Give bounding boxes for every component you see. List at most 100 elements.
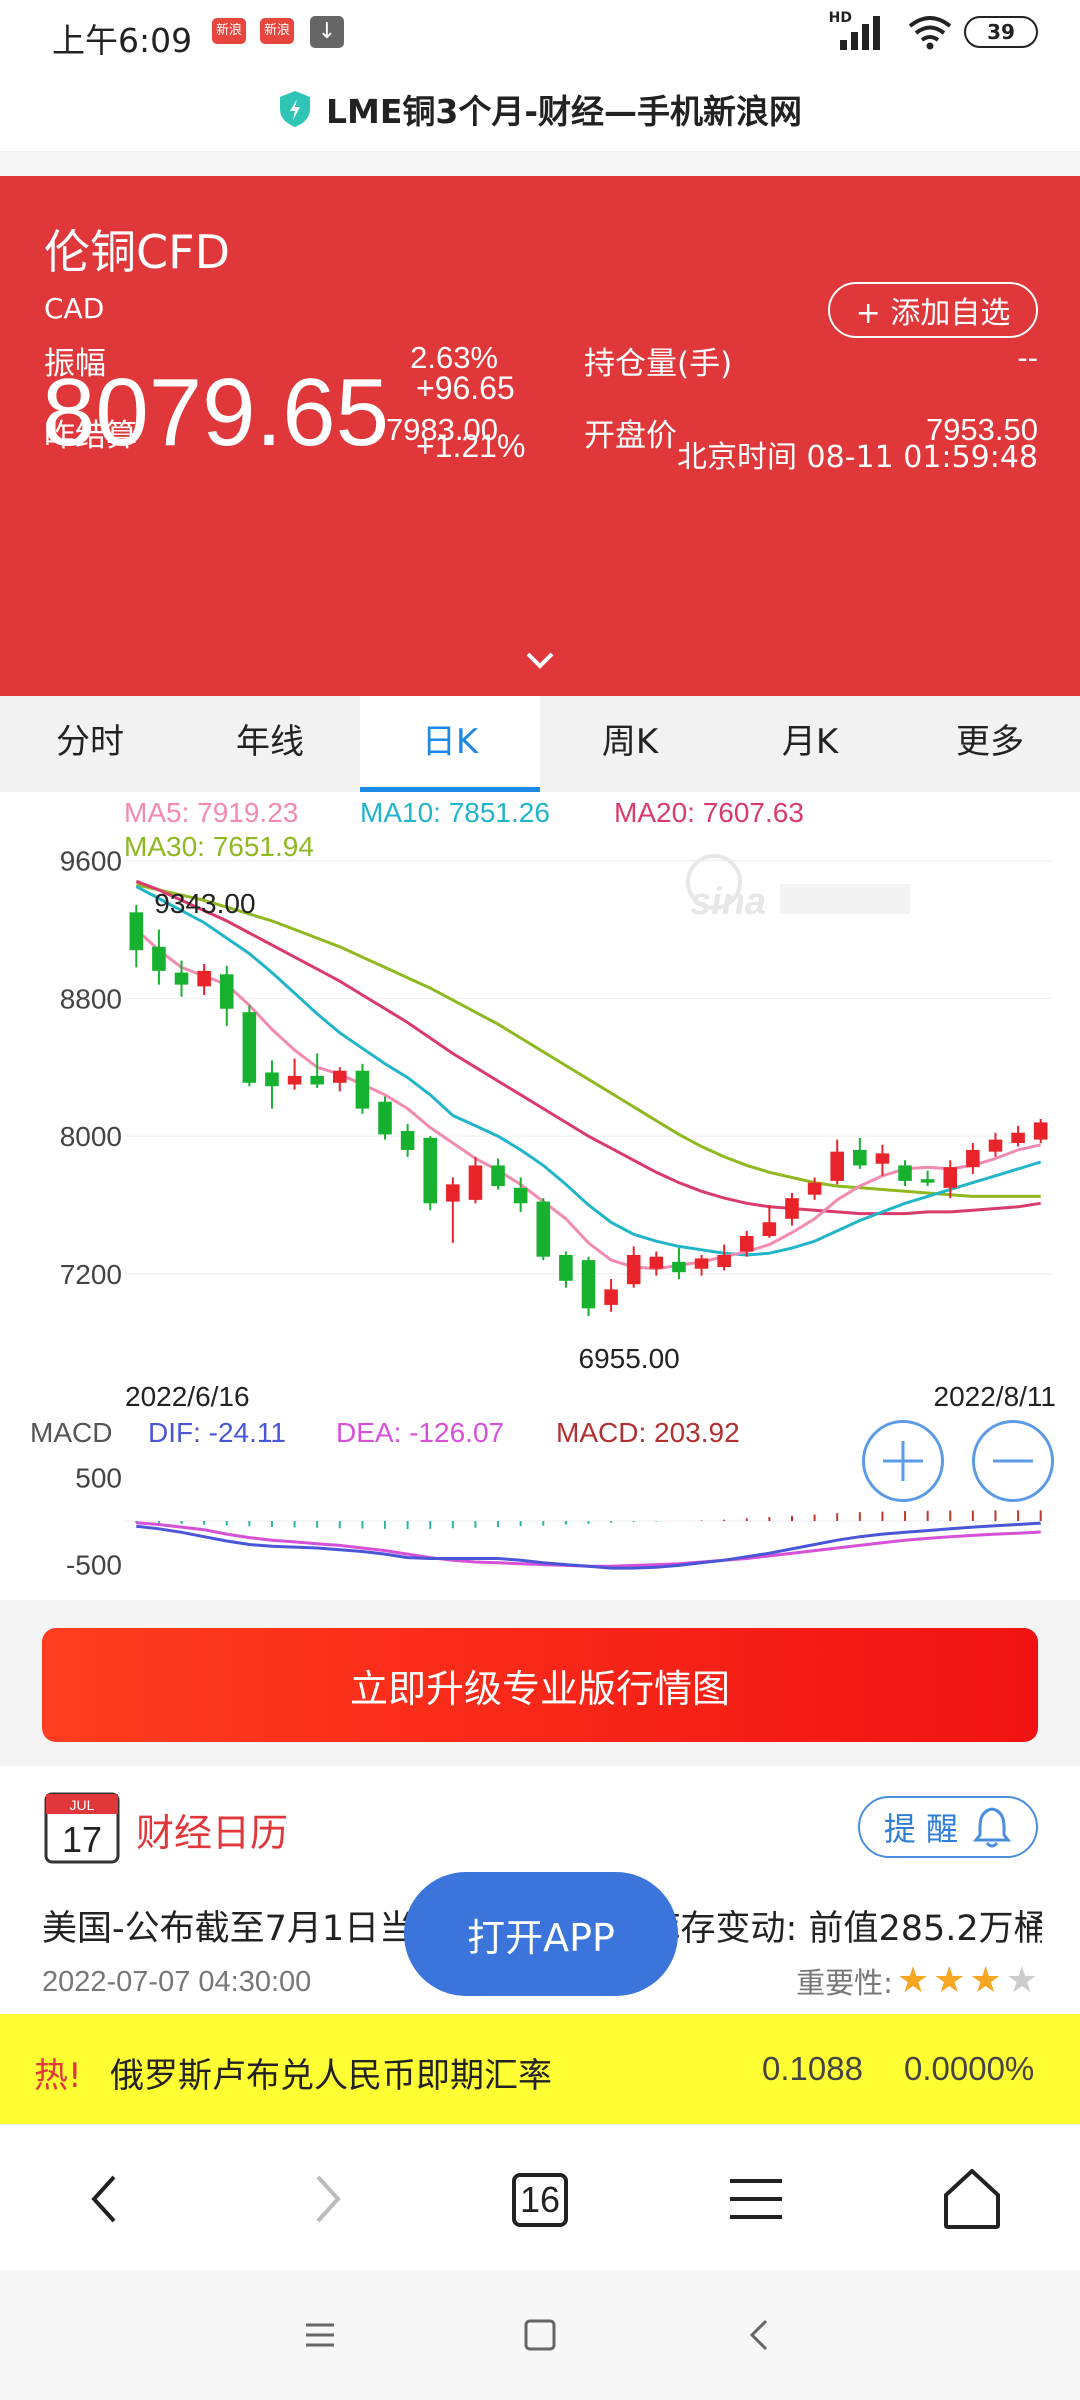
candle-body xyxy=(807,1182,822,1195)
candle-body xyxy=(559,1254,573,1281)
candle-body xyxy=(355,1070,370,1109)
tab-daily-k[interactable]: 日K xyxy=(360,696,540,792)
ma-legend-label: MA20: 7607.63 xyxy=(614,797,804,828)
open-app-button[interactable]: 打开APP xyxy=(404,1872,678,1996)
candle-body xyxy=(536,1201,551,1257)
candle-body xyxy=(830,1151,844,1181)
high-price-label: 9343.00 xyxy=(154,888,255,919)
upgrade-pro-chart-button[interactable]: 立即升级专业版行情图 xyxy=(42,1628,1038,1742)
candle-body xyxy=(626,1254,641,1285)
candle-body xyxy=(785,1198,799,1219)
ma-legend-label: MA30: 7651.94 xyxy=(124,831,314,862)
recent-apps-icon[interactable] xyxy=(290,2310,350,2360)
candle-body xyxy=(672,1261,686,1273)
section-title: 财经日历 xyxy=(136,1811,289,1855)
back-nav-icon[interactable] xyxy=(730,2310,790,2360)
svg-text:sina: sina xyxy=(690,881,766,923)
secure-shield-icon xyxy=(279,90,310,127)
tab-weekly-k[interactable]: 周K xyxy=(540,696,720,792)
candle-body xyxy=(898,1165,912,1181)
ma30-line xyxy=(135,883,1041,1198)
home-icon[interactable] xyxy=(930,2157,1014,2241)
importance-label: 重要性: xyxy=(796,1966,893,2000)
plus-icon xyxy=(883,1441,923,1481)
stat-value-open-price: 7953.50 xyxy=(925,412,1038,447)
quote-header: 伦铜CFD CAD + 添加自选 8079.65 +96.65 +1.21% 北… xyxy=(0,176,1080,696)
candle-body xyxy=(513,1187,528,1204)
dif-line xyxy=(136,1521,1041,1570)
candle-body xyxy=(152,946,166,971)
dif-legend-label: DIF: -24.11 xyxy=(148,1417,286,1448)
home-nav-icon[interactable] xyxy=(510,2310,570,2360)
candle-body xyxy=(717,1254,731,1268)
stat-label-amplitude: 振幅 xyxy=(44,346,106,382)
system-navigation-bar xyxy=(0,2270,1080,2400)
y-tick-label: 8000 xyxy=(60,1121,122,1152)
star-icon: ★ xyxy=(969,1960,1002,2001)
calendar-icon-month: JUL xyxy=(70,1797,95,1813)
bell-icon xyxy=(972,1807,1012,1848)
candle-body xyxy=(943,1167,958,1188)
remind-label: 提 醒 xyxy=(883,1810,959,1848)
star-icon: ★ xyxy=(933,1960,966,2001)
calendar-event-date: 2022-07-07 04:30:00 xyxy=(42,1966,312,1998)
star-icon: ★ xyxy=(896,1960,930,2001)
wifi-icon xyxy=(908,16,952,50)
dea-line xyxy=(136,1521,1041,1568)
hot-ticker-name: 俄罗斯卢布兑人民币即期汇率 xyxy=(110,2056,552,2096)
candle-body xyxy=(468,1165,483,1200)
tab-count-button[interactable]: 16 xyxy=(512,2173,568,2227)
menu-icon[interactable] xyxy=(714,2157,798,2241)
candle-body xyxy=(853,1149,867,1166)
calendar-icon-day: 17 xyxy=(62,1819,102,1860)
candle-body xyxy=(694,1258,709,1269)
macd-title: MACD xyxy=(30,1417,112,1448)
candle-body xyxy=(174,972,189,985)
stat-label-open-interest: 持仓量(手) xyxy=(584,346,733,382)
hot-ticker-bar[interactable]: 热! 俄罗斯卢布兑人民币即期汇率 0.1088 0.0000% xyxy=(0,2014,1080,2124)
status-bar: 上午6:09 新浪 新浪 ↓ HD 39 xyxy=(0,0,1080,66)
sina-news-notification-icon: 新浪 xyxy=(212,18,246,44)
remind-button[interactable]: 提 醒 xyxy=(858,1796,1038,1858)
tab-yearly[interactable]: 年线 xyxy=(180,696,360,792)
tab-monthly-k[interactable]: 月K xyxy=(720,696,900,792)
candle-body xyxy=(649,1256,664,1269)
candle-body xyxy=(875,1153,890,1164)
download-icon: ↓ xyxy=(310,16,344,48)
star-icon: ★ xyxy=(1005,1960,1038,2001)
kline-chart[interactable]: sina MA5: 7919.23 MA10: 7851.26 MA20: 7607… xyxy=(0,792,1080,1600)
battery-icon: 39 xyxy=(964,16,1038,48)
zoom-out-button[interactable] xyxy=(972,1420,1054,1502)
instrument-code: CAD xyxy=(44,292,105,325)
candle-body xyxy=(400,1130,415,1150)
candle-body xyxy=(739,1236,754,1252)
tab-intraday[interactable]: 分时 xyxy=(0,696,180,792)
candle-body xyxy=(491,1165,505,1187)
add-watchlist-button[interactable]: + 添加自选 xyxy=(828,282,1038,338)
hot-tag: 热! xyxy=(34,2056,82,2096)
macd-tick-label: -500 xyxy=(66,1550,122,1581)
importance-rating: 重要性: ★ ★ ★ ★ xyxy=(796,1960,1038,2002)
back-icon[interactable] xyxy=(64,2157,148,2241)
chevron-down-icon[interactable] xyxy=(522,646,558,676)
sina-news-notification-icon: 新浪 xyxy=(260,18,294,44)
candle-body xyxy=(287,1075,302,1085)
browser-toolbar: 16 xyxy=(0,2124,1080,2270)
hot-ticker-change: 0.0000% xyxy=(904,2050,1035,2087)
candle-body xyxy=(219,974,234,1009)
tab-more[interactable]: 更多 xyxy=(900,696,1080,792)
hot-ticker-value: 0.1088 xyxy=(762,2050,863,2087)
candle-body xyxy=(988,1139,1003,1152)
finance-calendar-header: JUL 17 财经日历 提 醒 xyxy=(0,1766,1080,1876)
signal-icon xyxy=(840,16,880,50)
dea-legend-label: DEA: -126.07 xyxy=(336,1417,504,1448)
y-tick-label: 8800 xyxy=(60,983,122,1014)
address-bar[interactable]: LME铜3个月-财经—手机新浪网 xyxy=(0,66,1080,152)
stat-value-amplitude: 2.63% xyxy=(410,340,498,375)
candle-body xyxy=(920,1179,935,1183)
stat-label-open-price: 开盘价 xyxy=(584,418,677,454)
candle-body xyxy=(197,970,211,987)
forward-icon[interactable] xyxy=(284,2157,368,2241)
zoom-in-button[interactable] xyxy=(862,1420,944,1502)
start-date-label: 2022/6/16 xyxy=(125,1381,250,1412)
